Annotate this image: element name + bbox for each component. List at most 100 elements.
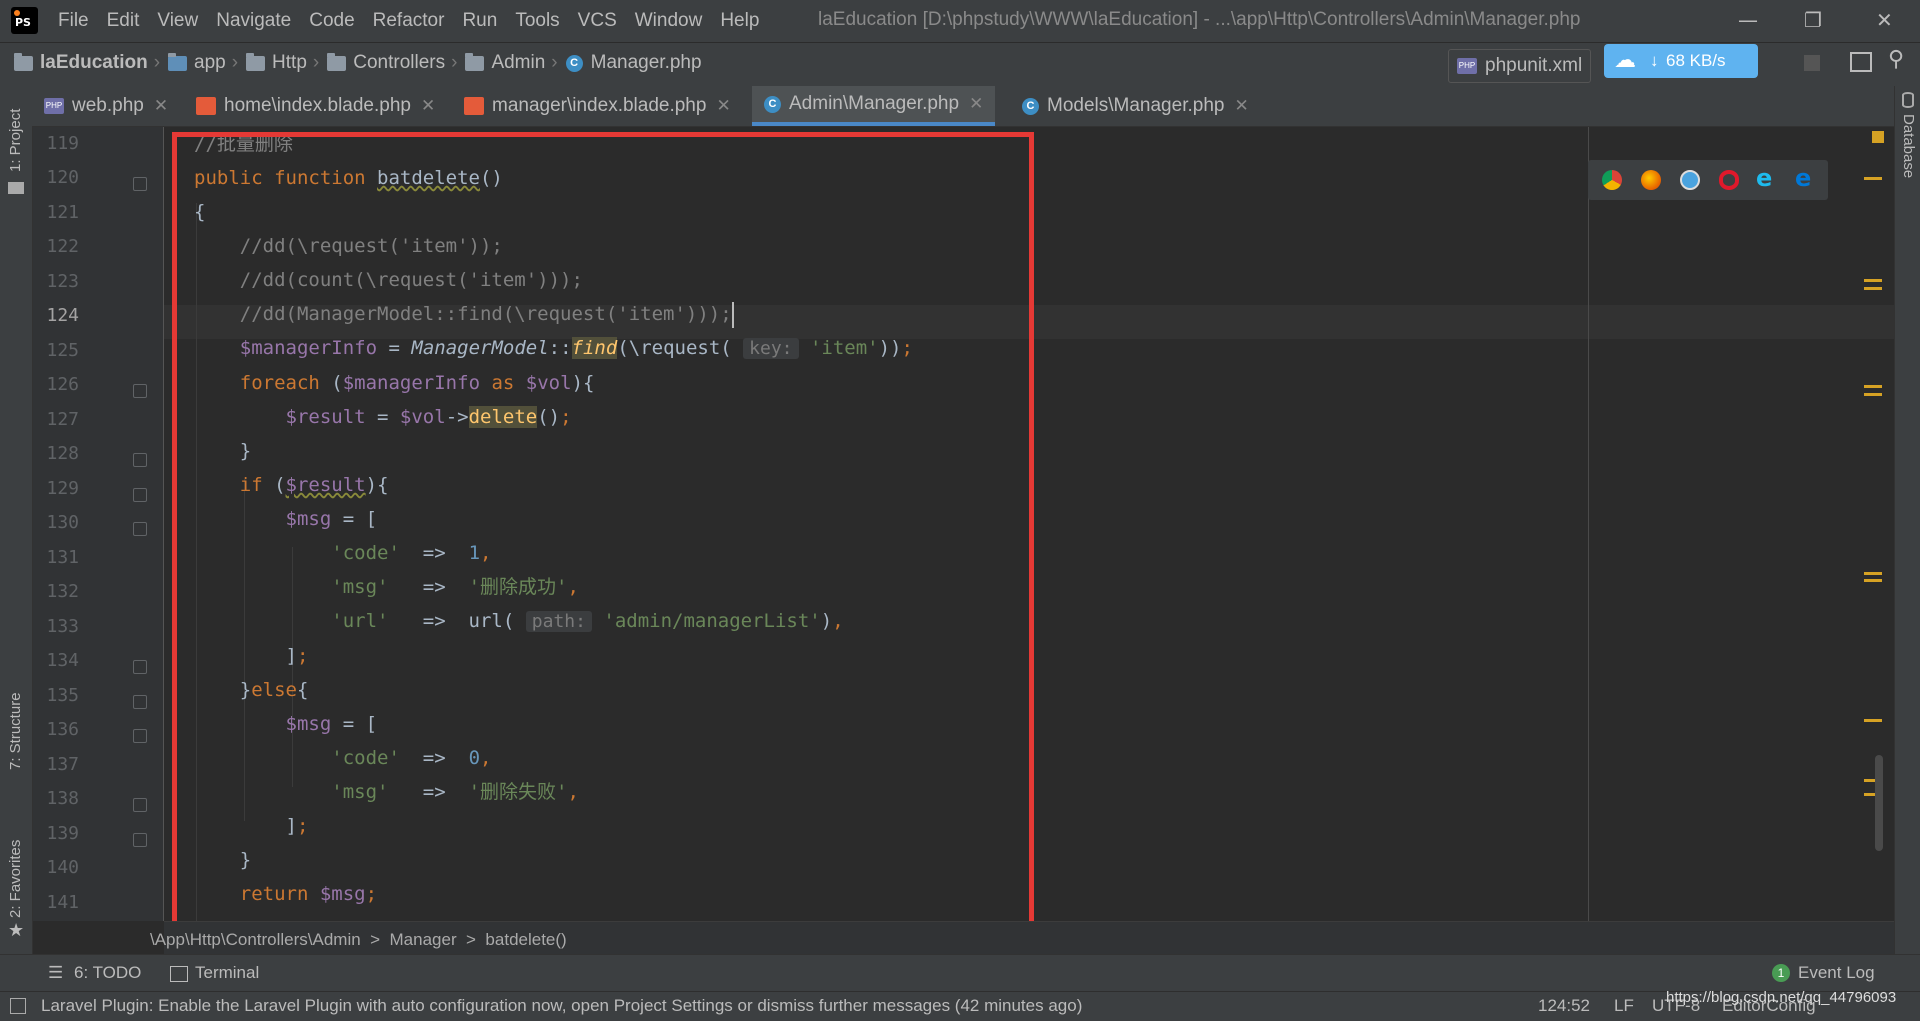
inspection-status-icon[interactable] <box>1872 131 1884 143</box>
line-separator[interactable]: LF <box>1614 996 1634 1016</box>
warning-marker[interactable] <box>1864 385 1882 388</box>
chrome-icon[interactable] <box>1602 170 1622 190</box>
folder-icon <box>8 182 24 194</box>
terminal-icon <box>170 966 188 982</box>
fold-marker-icon[interactable] <box>133 177 147 191</box>
close-tab-icon[interactable]: ✕ <box>969 94 983 114</box>
opera-icon[interactable] <box>1719 170 1739 190</box>
highlight-box <box>172 132 1034 942</box>
line-number: 126 <box>46 374 79 395</box>
menu-code[interactable]: Code <box>309 10 354 32</box>
code-breadcrumb-path[interactable]: \App\Http\Controllers\Admin > Manager > … <box>150 930 567 950</box>
favorites-tool-tab[interactable]: 2: Favorites <box>7 840 24 918</box>
menu-window[interactable]: Window <box>635 10 703 32</box>
line-number: 139 <box>46 823 79 844</box>
tab-web-php[interactable]: PHP web.php ✕ <box>44 86 168 126</box>
warning-marker[interactable] <box>1864 719 1882 722</box>
breadcrumb-controllers[interactable]: Controllers <box>353 52 445 74</box>
run-config-select[interactable]: PHP phpunit.xml <box>1448 49 1592 83</box>
database-tool-tab[interactable]: Database <box>1900 114 1917 178</box>
warning-marker[interactable] <box>1864 279 1882 282</box>
tab-models-manager[interactable]: C Models\Manager.php ✕ <box>1022 86 1249 126</box>
menu-tools[interactable]: Tools <box>515 10 559 32</box>
close-tab-icon[interactable]: ✕ <box>716 96 730 116</box>
network-speed-widget: ☁ ↓ 68 KB/s <box>1604 44 1758 78</box>
class-icon: C <box>1022 97 1039 115</box>
line-number: 125 <box>46 340 79 361</box>
line-number: 141 <box>46 892 79 913</box>
fold-marker-icon[interactable] <box>133 833 147 847</box>
menu-help[interactable]: Help <box>720 10 759 32</box>
fold-marker-icon[interactable] <box>133 453 147 467</box>
close-icon[interactable]: ✕ <box>1876 8 1893 32</box>
right-tool-strip: Database <box>1894 86 1920 954</box>
menu-vcs[interactable]: VCS <box>578 10 617 32</box>
warning-marker[interactable] <box>1864 393 1882 396</box>
line-number: 134 <box>46 650 79 671</box>
editor-tab-bar: PHP web.php ✕ home\index.blade.php ✕ manage… <box>32 86 1920 127</box>
breadcrumb-project[interactable]: laEducation <box>40 52 148 74</box>
todo-tool-tab[interactable]: 6: TODO <box>74 963 141 983</box>
tab-home-index-blade[interactable]: home\index.blade.php ✕ <box>196 86 435 126</box>
list-icon: ☰ <box>48 963 64 982</box>
breadcrumb-http[interactable]: Http <box>272 52 307 74</box>
fold-marker-icon[interactable] <box>133 798 147 812</box>
warning-marker[interactable] <box>1864 287 1882 290</box>
event-log-tool-tab[interactable]: Event Log <box>1798 963 1875 983</box>
warning-marker[interactable] <box>1864 177 1882 180</box>
line-number: 127 <box>46 409 79 430</box>
close-tab-icon[interactable]: ✕ <box>1234 96 1248 116</box>
status-message[interactable]: Laravel Plugin: Enable the Laravel Plugi… <box>41 996 1082 1016</box>
window-title: laEducation [D:\phpstudy\WWW\laEducation… <box>818 9 1581 30</box>
safari-icon[interactable] <box>1680 170 1700 190</box>
tool-window-bar: ☰ 6: TODO Terminal 1 Event Log <box>0 954 1920 991</box>
close-tab-icon[interactable]: ✕ <box>154 96 168 116</box>
fold-marker-icon[interactable] <box>133 695 147 709</box>
editor-scrollbar[interactable] <box>1875 755 1883 851</box>
fold-marker-icon[interactable] <box>133 488 147 502</box>
tab-admin-manager[interactable]: C Admin\Manager.php ✕ <box>752 86 996 126</box>
folder-icon <box>168 52 188 71</box>
search-everywhere-icon[interactable]: ⚲ <box>1888 47 1904 72</box>
breadcrumb-file[interactable]: Manager.php <box>591 52 702 74</box>
fold-marker-icon[interactable] <box>133 522 147 536</box>
warning-marker[interactable] <box>1864 579 1882 582</box>
menu-refactor[interactable]: Refactor <box>373 10 445 32</box>
minimize-icon[interactable]: — <box>1738 8 1758 32</box>
stop-icon[interactable] <box>1804 55 1820 71</box>
menu-file[interactable]: File <box>58 10 89 32</box>
edge-icon[interactable]: e <box>1795 164 1811 192</box>
fold-marker-icon[interactable] <box>133 729 147 743</box>
menu-navigate[interactable]: Navigate <box>216 10 291 32</box>
line-number: 131 <box>46 547 79 568</box>
close-tab-icon[interactable]: ✕ <box>421 96 435 116</box>
php-icon: PHP <box>1457 58 1477 74</box>
structure-tool-tab[interactable]: 7: Structure <box>7 692 24 770</box>
breadcrumb-admin[interactable]: Admin <box>491 52 545 74</box>
line-number: 138 <box>46 788 79 809</box>
folder-icon <box>246 52 266 71</box>
status-bar: Laravel Plugin: Enable the Laravel Plugi… <box>0 989 1920 1021</box>
tab-manager-index-blade[interactable]: manager\index.blade.php ✕ <box>464 86 731 126</box>
warning-marker[interactable] <box>1864 572 1882 575</box>
terminal-tool-tab[interactable]: Terminal <box>195 963 259 983</box>
fold-marker-icon[interactable] <box>133 384 147 398</box>
internet-explorer-icon[interactable]: e <box>1756 164 1772 192</box>
breadcrumb-app[interactable]: app <box>194 52 226 74</box>
line-number: 135 <box>46 685 79 706</box>
toggle-tool-windows-icon[interactable] <box>10 998 26 1014</box>
firefox-icon[interactable] <box>1641 170 1661 190</box>
restore-icon[interactable]: ❐ <box>1804 8 1822 32</box>
cloud-icon: ☁ <box>1614 47 1636 72</box>
line-number: 140 <box>46 857 79 878</box>
menu-view[interactable]: View <box>157 10 198 32</box>
line-number: 121 <box>46 202 79 223</box>
line-number-gutter: 119 120 121 122 123 124 125 126 127 128 … <box>33 127 164 921</box>
menu-edit[interactable]: Edit <box>107 10 140 32</box>
terminal-icon[interactable] <box>1850 52 1872 72</box>
caret-position[interactable]: 124:52 <box>1538 996 1590 1016</box>
download-arrow-icon: ↓ <box>1650 51 1659 70</box>
menu-run[interactable]: Run <box>462 10 497 32</box>
project-tool-tab[interactable]: 1: Project <box>7 109 24 172</box>
fold-marker-icon[interactable] <box>133 660 147 674</box>
